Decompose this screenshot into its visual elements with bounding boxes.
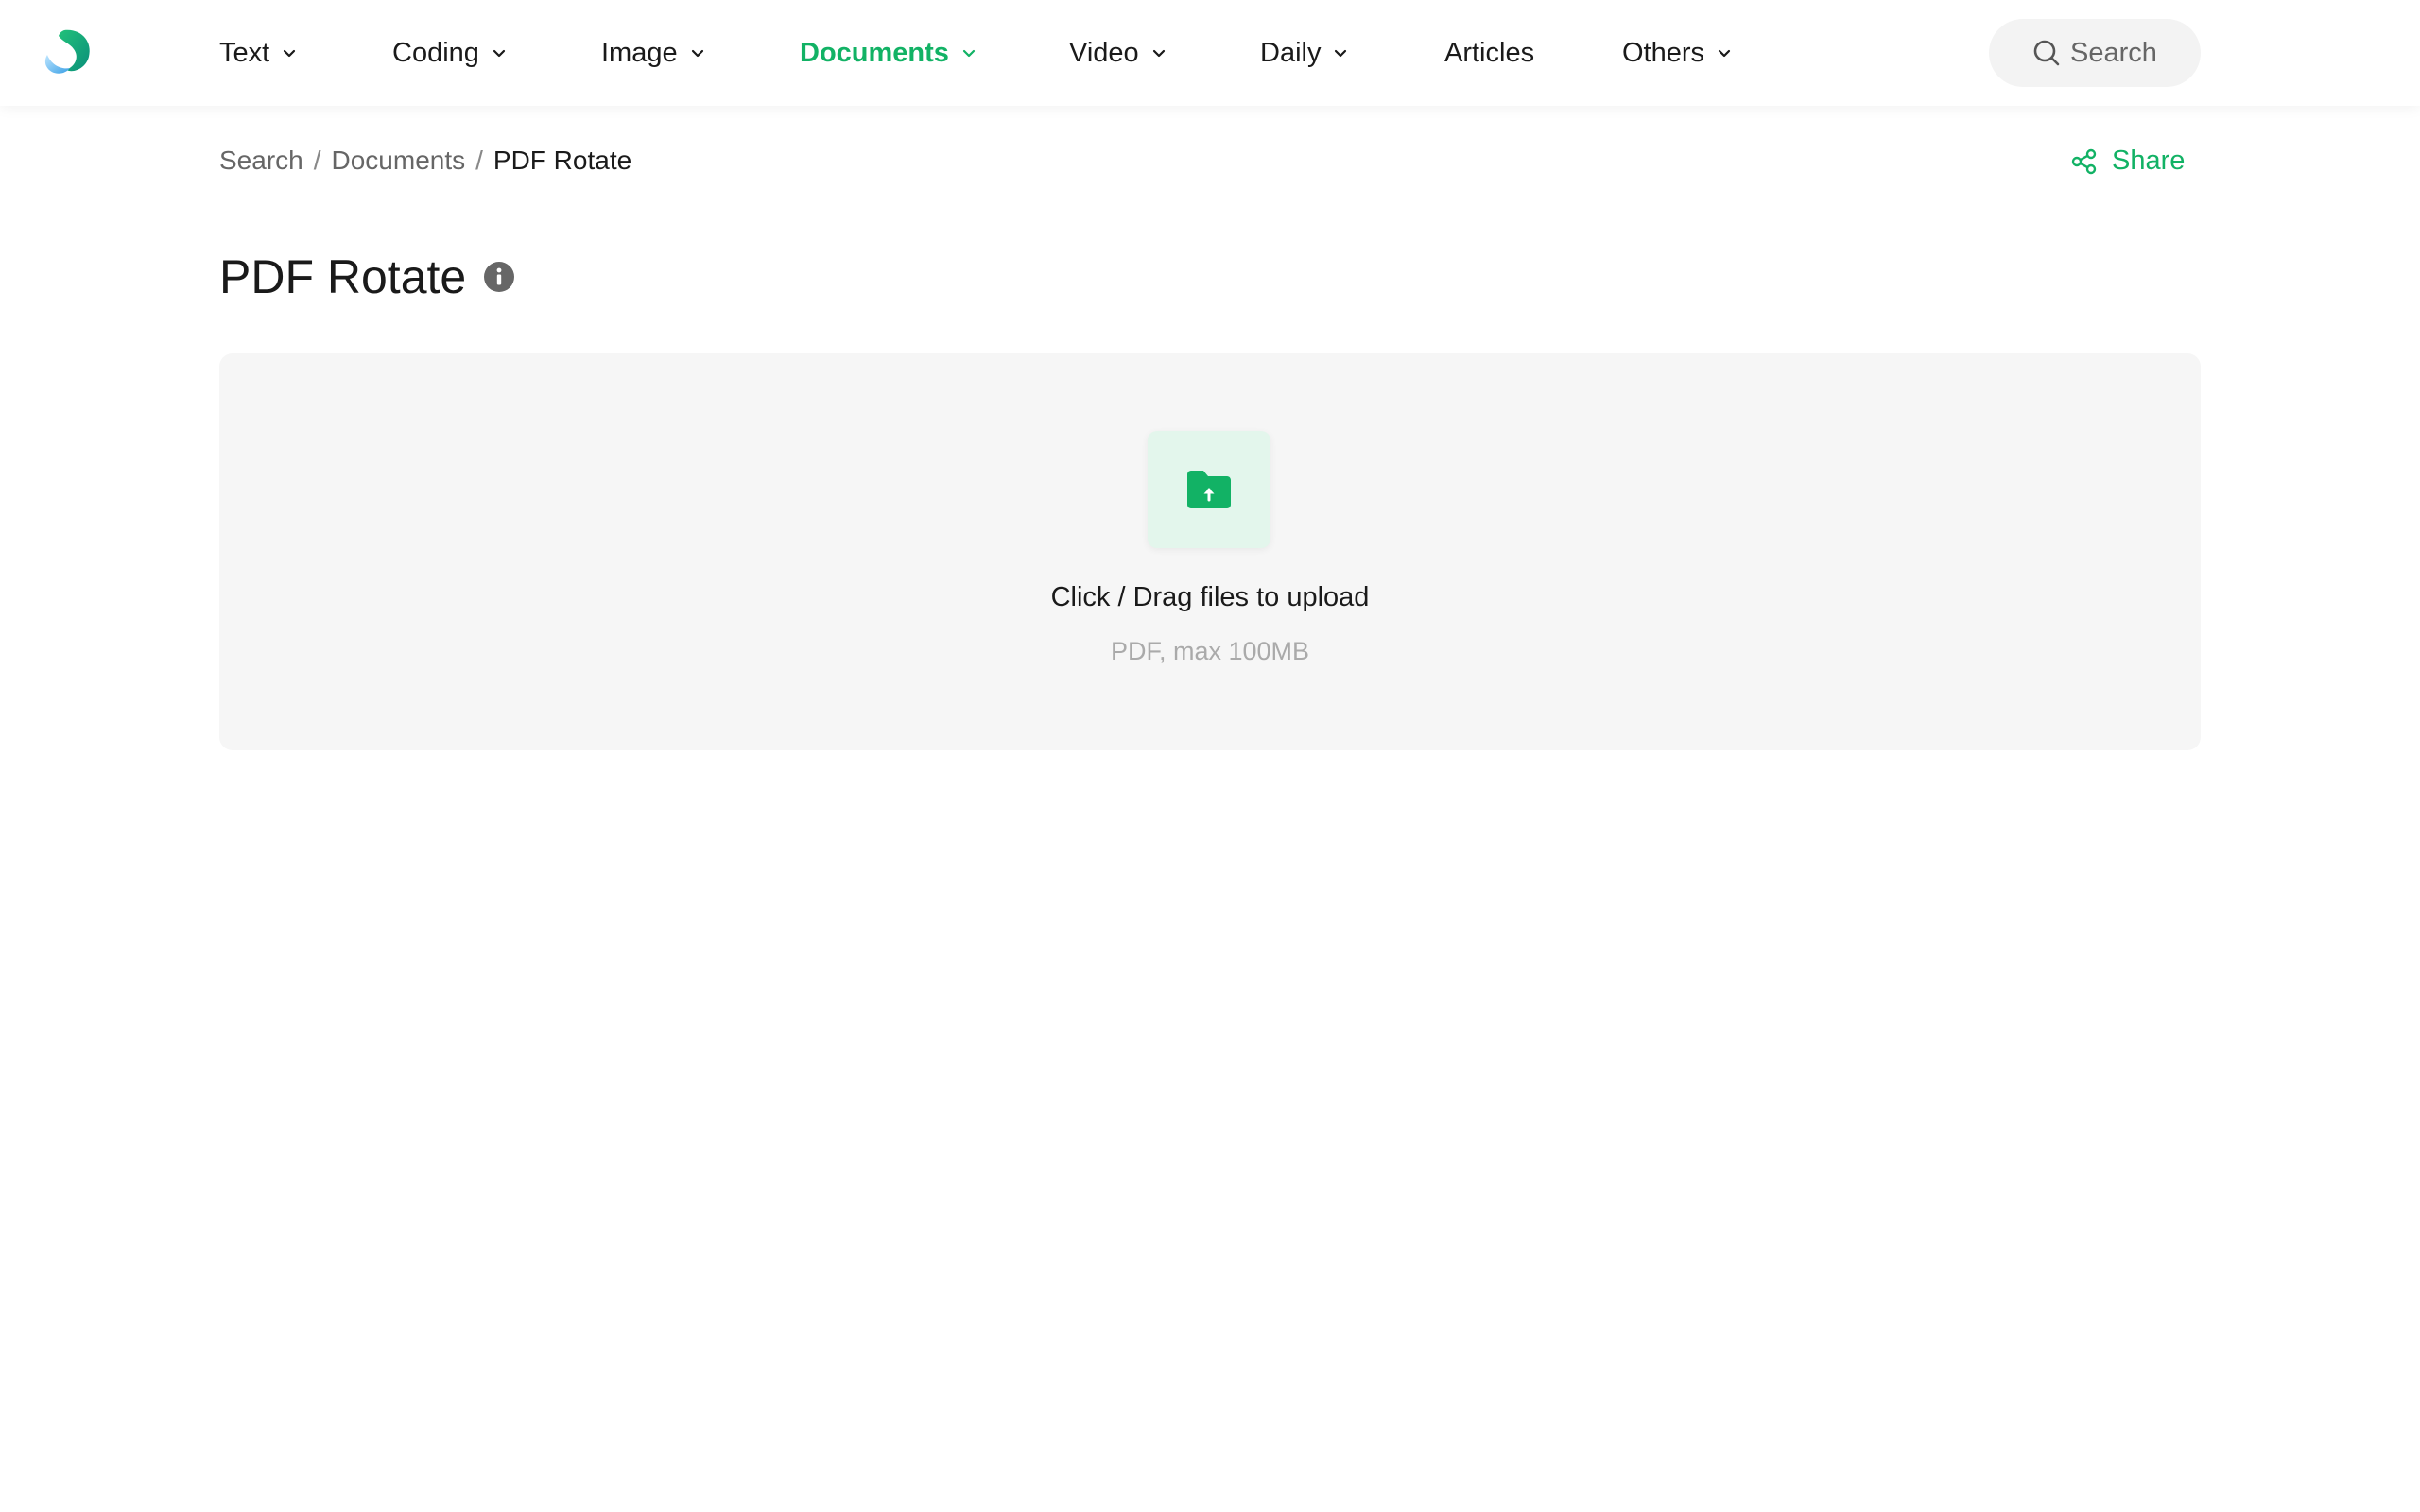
chevron-down-icon	[493, 49, 506, 58]
nav-articles[interactable]: Articles	[1444, 0, 1534, 106]
share-label: Share	[2112, 146, 2186, 176]
top-navigation: Text Coding Image Documents Video Daily …	[0, 0, 2420, 106]
chevron-down-icon	[962, 49, 976, 58]
nav-label: Image	[601, 37, 678, 68]
chevron-down-icon	[284, 49, 296, 58]
share-icon	[2071, 148, 2097, 174]
nav-label: Daily	[1260, 37, 1322, 68]
nav-coding[interactable]: Coding	[392, 0, 508, 106]
chevron-down-icon	[1152, 49, 1165, 58]
nav-text[interactable]: Text	[219, 0, 298, 106]
info-icon[interactable]	[483, 261, 515, 293]
breadcrumb-documents[interactable]: Documents	[332, 146, 466, 176]
nav-label: Video	[1069, 37, 1139, 68]
nav-others[interactable]: Others	[1622, 0, 1733, 106]
breadcrumb: Search / Documents / PDF Rotate	[219, 146, 631, 176]
nav-daily[interactable]: Daily	[1260, 0, 1349, 106]
nav-label: Documents	[800, 37, 949, 68]
breadcrumb-separator: /	[313, 146, 321, 175]
nav-label: Articles	[1444, 37, 1535, 68]
nav-label: Coding	[392, 37, 479, 68]
upload-hint: PDF, max 100MB	[1110, 637, 1310, 665]
nav-image[interactable]: Image	[601, 0, 706, 106]
nav-video[interactable]: Video	[1069, 0, 1167, 106]
nav-documents[interactable]: Documents	[800, 0, 977, 106]
nav-label: Text	[219, 37, 270, 68]
breadcrumb-separator: /	[475, 146, 483, 175]
brand-logo-icon[interactable]	[43, 28, 93, 77]
nav-label: Others	[1622, 37, 1705, 68]
search-icon	[2033, 40, 2060, 66]
upload-icon-box	[1148, 431, 1270, 548]
upload-prompt: Click / Drag files to upload	[1050, 582, 1370, 612]
breadcrumb-search[interactable]: Search	[219, 146, 303, 176]
search-label: Search	[2070, 37, 2157, 68]
page-title: PDF Rotate	[219, 250, 467, 303]
folder-upload-icon	[1187, 471, 1231, 508]
search-button[interactable]: Search	[1989, 19, 2201, 87]
breadcrumb-current: PDF Rotate	[493, 146, 632, 175]
chevron-down-icon	[1335, 49, 1347, 58]
upload-dropzone[interactable]: Click / Drag files to upload PDF, max 10…	[219, 353, 2201, 750]
chevron-down-icon	[1718, 49, 1731, 58]
share-button[interactable]: Share	[2070, 146, 2185, 177]
chevron-down-icon	[691, 49, 703, 58]
page-header: PDF Rotate	[219, 249, 515, 304]
